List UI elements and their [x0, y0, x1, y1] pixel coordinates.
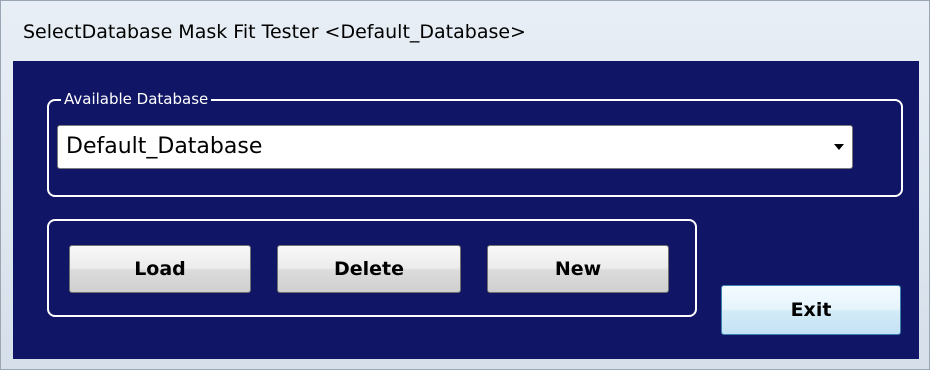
new-button[interactable]: New — [487, 245, 669, 293]
dialog-body: Available Database Default_Database Load… — [13, 61, 919, 359]
group-legend: Available Database — [61, 89, 212, 109]
dialog-window: SelectDatabase Mask Fit Tester <Default_… — [0, 0, 930, 370]
exit-button[interactable]: Exit — [721, 285, 901, 335]
available-database-group: Available Database Default_Database — [47, 89, 903, 197]
title-bar[interactable]: SelectDatabase Mask Fit Tester <Default_… — [1, 1, 929, 61]
database-select-value: Default_Database — [66, 134, 263, 159]
chevron-down-icon[interactable] — [834, 144, 844, 150]
window-title: SelectDatabase Mask Fit Tester <Default_… — [23, 21, 526, 43]
load-button[interactable]: Load — [69, 245, 251, 293]
delete-button[interactable]: Delete — [277, 245, 461, 293]
database-select[interactable]: Default_Database — [57, 125, 853, 169]
database-actions-group: Load Delete New — [47, 219, 697, 317]
